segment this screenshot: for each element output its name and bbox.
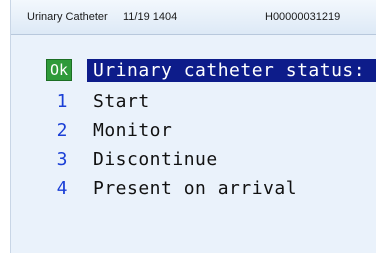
option-number: 1 — [56, 91, 68, 112]
option-label: Discontinue — [93, 149, 218, 170]
window-title: Urinary Catheter — [27, 11, 108, 23]
ok-button-label: Ok — [49, 61, 69, 79]
option-label: Start — [93, 91, 150, 112]
option-label: Present on arrival — [93, 178, 298, 199]
option-label: Monitor — [93, 120, 173, 141]
title-bar: Urinary Catheter 11/19 1404 H00000031219 — [11, 0, 376, 35]
menu-option-discontinue[interactable]: 3 Discontinue — [11, 147, 376, 173]
option-number: 4 — [56, 178, 68, 199]
menu-option-present-on-arrival[interactable]: 4 Present on arrival — [11, 176, 376, 202]
title-datetime: 11/19 1404 — [123, 11, 178, 23]
menu-option-start[interactable]: 1 Start — [11, 89, 376, 115]
menu-option-monitor[interactable]: 2 Monitor — [11, 118, 376, 144]
menu-heading: Urinary catheter status: — [93, 60, 366, 81]
option-number: 2 — [56, 120, 68, 141]
record-id: H00000031219 — [265, 11, 341, 23]
menu-heading-bar: Urinary catheter status: — [87, 59, 376, 82]
menu-panel: Ok Urinary catheter status: 1 Start 2 Mo… — [11, 35, 376, 253]
ok-button[interactable]: Ok — [46, 59, 72, 81]
catheter-window: Urinary Catheter 11/19 1404 H00000031219… — [10, 0, 376, 253]
option-number: 3 — [56, 149, 68, 170]
